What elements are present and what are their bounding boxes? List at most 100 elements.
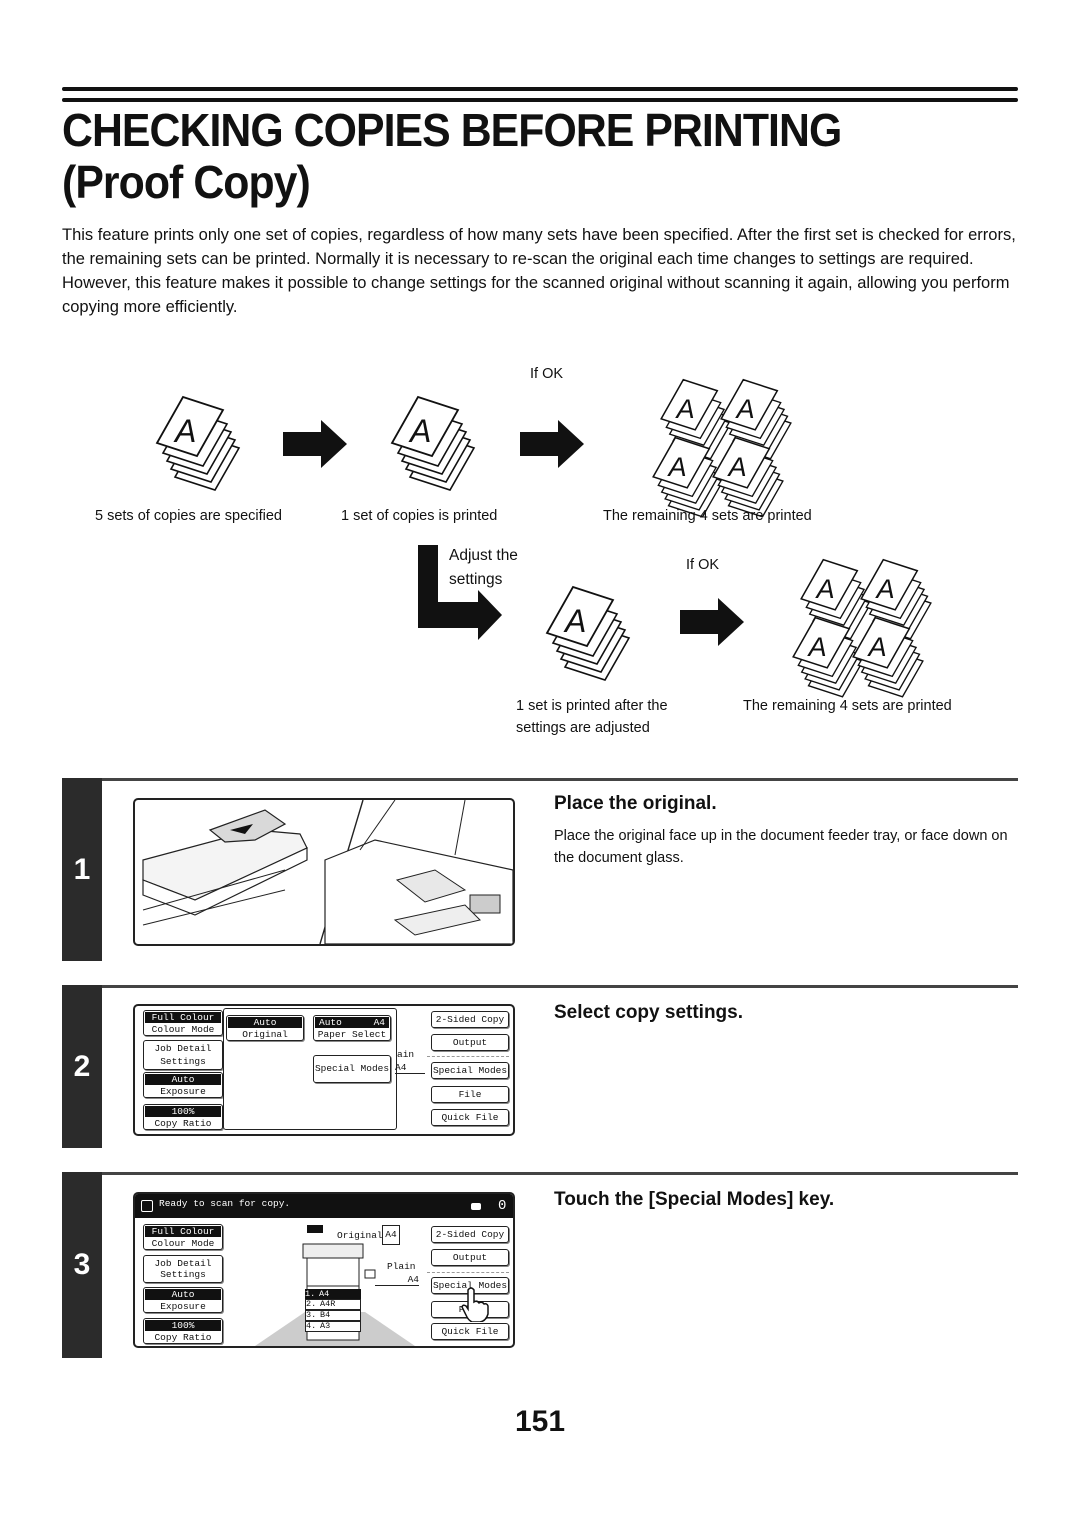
caption-sets-specified: 5 sets of copies are specified <box>95 508 282 524</box>
colour-mode-label: Colour Mode <box>151 1238 215 1249</box>
file-button[interactable]: File <box>431 1086 509 1103</box>
paper-select-value: Auto A4 <box>315 1017 389 1028</box>
svg-text:A: A <box>875 573 895 604</box>
colour-mode-value: Full Colour <box>145 1012 221 1023</box>
copy-ratio-label: Copy Ratio <box>154 1332 212 1343</box>
tray-3[interactable]: 3. B4 <box>305 1310 361 1321</box>
step-1-number: 1 <box>62 778 102 961</box>
paper-type: Plain <box>387 1261 416 1272</box>
stacks-4-sets-icon: A A A A <box>792 558 932 698</box>
copy-ratio-value: 100% <box>145 1320 221 1331</box>
original-size: A4 <box>382 1225 400 1245</box>
job-detail-label: Job Detail <box>154 1043 212 1054</box>
two-sided-copy-button[interactable]: 2-Sided Copy <box>431 1011 509 1028</box>
step-2-rule <box>102 985 1018 988</box>
colour-mode-button[interactable]: Full Colour Colour Mode <box>143 1224 223 1250</box>
button-divider <box>427 1272 509 1273</box>
job-detail-settings-button[interactable]: Job Detail Settings <box>143 1040 223 1070</box>
paper-size: A4 <box>373 1017 385 1028</box>
settings-label: Settings <box>160 1269 206 1280</box>
exposure-label: Exposure <box>160 1086 206 1097</box>
svg-text:A: A <box>867 631 887 662</box>
colour-mode-button[interactable]: Full Colour Colour Mode <box>143 1010 223 1036</box>
exposure-value: Auto <box>145 1074 221 1085</box>
job-queue-icon <box>471 1203 481 1210</box>
colour-mode-value: Full Colour <box>145 1226 221 1237</box>
if-ok-label: If OK <box>686 557 720 573</box>
if-ok-label: If OK <box>530 366 564 382</box>
settings-label: Settings <box>160 1056 206 1067</box>
exposure-value: Auto <box>145 1289 221 1300</box>
original-button[interactable]: Auto Original <box>226 1015 304 1041</box>
step-3-rule <box>102 1172 1018 1175</box>
special-modes-popup-button[interactable]: Special Modes <box>313 1055 391 1083</box>
caption-after-adjust-line2: settings are adjusted <box>516 720 650 736</box>
stacks-4-sets-icon: A A A A <box>652 378 792 518</box>
job-detail-label: Job Detail <box>154 1258 212 1269</box>
arrow-right-icon <box>520 420 584 468</box>
colour-mode-label: Colour Mode <box>151 1024 215 1035</box>
two-sided-copy-button[interactable]: 2-Sided Copy <box>431 1226 509 1243</box>
tray-1[interactable]: 1. A4 <box>305 1289 361 1299</box>
exposure-label: Exposure <box>160 1301 206 1312</box>
peek-size: A4 <box>395 1062 425 1074</box>
special-modes-button[interactable]: Special Modes <box>431 1062 509 1079</box>
step-2-number: 2 <box>62 985 102 1148</box>
original-label: Original <box>337 1230 383 1241</box>
svg-text:A: A <box>563 603 586 639</box>
page-title: CHECKING COPIES BEFORE PRINTING (Proof C… <box>62 104 1011 208</box>
copy-ratio-button[interactable]: 100% Copy Ratio <box>143 1318 223 1344</box>
svg-text:A: A <box>173 413 196 449</box>
paper-select-button[interactable]: Auto A4 Paper Select <box>313 1015 391 1041</box>
original-value: Auto <box>228 1017 302 1028</box>
quick-file-button[interactable]: Quick File <box>431 1323 509 1340</box>
exposure-button[interactable]: Auto Exposure <box>143 1072 223 1098</box>
copier-placing-original-illustration <box>142 800 513 944</box>
caption-one-set-printed: 1 set of copies is printed <box>341 508 498 524</box>
arrow-right-icon <box>283 420 347 468</box>
step-3-title: Touch the [Special Modes] key. <box>554 1189 835 1210</box>
step-1-rule <box>102 778 1018 781</box>
step-1-description: Place the original face up in the docume… <box>554 828 1008 866</box>
exposure-button[interactable]: Auto Exposure <box>143 1287 223 1313</box>
svg-text:A: A <box>735 393 755 424</box>
svg-text:A: A <box>807 631 827 662</box>
original-icon <box>307 1225 323 1233</box>
original-label: Original <box>242 1029 288 1040</box>
tray-2[interactable]: 2. A4R <box>305 1299 361 1310</box>
paper-size: A4 <box>375 1274 419 1286</box>
svg-text:A: A <box>727 451 747 482</box>
output-button[interactable]: Output <box>431 1034 509 1051</box>
quick-file-button[interactable]: Quick File <box>431 1109 509 1126</box>
job-detail-settings-button[interactable]: Job Detail Settings <box>143 1255 223 1283</box>
caption-remaining-printed: The remaining 4 sets are printed <box>743 698 952 714</box>
output-button[interactable]: Output <box>431 1249 509 1266</box>
copy-ratio-value: 100% <box>145 1106 221 1117</box>
adjust-line2: settings <box>449 571 503 588</box>
adjust-settings-label: Adjust the settings <box>449 544 518 592</box>
stack-adjusted-set-icon: A <box>546 586 630 681</box>
adjust-line1: Adjust the <box>449 547 518 564</box>
tray-list: 1. A4 2. A4R 3. B4 4. A3 <box>305 1289 361 1332</box>
svg-text:A: A <box>408 413 431 449</box>
header-rule-bottom <box>62 98 1018 102</box>
copy-ratio-button[interactable]: 100% Copy Ratio <box>143 1104 223 1130</box>
button-divider <box>427 1056 509 1057</box>
peek-text: ain <box>397 1049 415 1060</box>
svg-text:A: A <box>815 573 835 604</box>
step-2-touch-panel: Full Colour Colour Mode Job Detail Setti… <box>133 1004 515 1136</box>
svg-text:A: A <box>667 451 687 482</box>
caption-after-adjust: 1 set is printed after the settings are … <box>516 695 668 739</box>
status-message: Ready to scan for copy. <box>159 1198 291 1209</box>
job-detail-popup: Auto Original Auto A4 Paper Select Speci… <box>223 1008 397 1130</box>
paper-select-label: Paper Select <box>317 1029 387 1040</box>
step-2-title: Select copy settings. <box>554 1002 744 1023</box>
step-1-illustration <box>133 798 515 946</box>
step-3-number: 3 <box>62 1172 102 1358</box>
page-title-line1: CHECKING COPIES BEFORE PRINTING <box>62 104 842 156</box>
caption-after-adjust-line1: 1 set is printed after the <box>516 698 668 714</box>
intro-paragraph: This feature prints only one set of copi… <box>62 226 1016 316</box>
page-number: 151 <box>514 1405 566 1438</box>
tray-4[interactable]: 4. A3 <box>305 1321 361 1332</box>
page-title-line2: (Proof Copy) <box>62 156 311 208</box>
